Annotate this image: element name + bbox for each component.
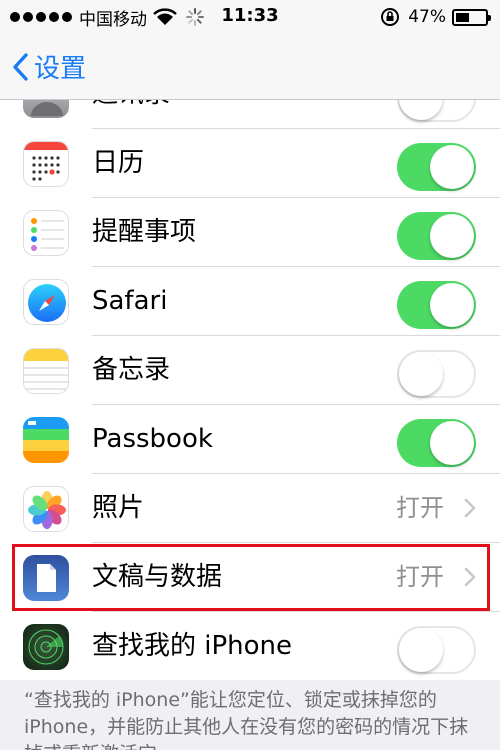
navigation-bar: 设置 <box>0 36 500 100</box>
passbook-toggle[interactable] <box>397 419 476 467</box>
back-button-label: 设置 <box>34 54 87 84</box>
row-label: 提醒事项 <box>92 217 197 247</box>
row-reminders[interactable]: 提醒事项 <box>0 198 500 267</box>
contacts-icon <box>23 100 69 118</box>
row-label: 照片 <box>92 493 145 523</box>
row-label: 日历 <box>92 148 145 178</box>
back-button[interactable]: 设置 <box>12 48 86 85</box>
find-my-iphone-icon <box>23 624 69 670</box>
reminders-toggle[interactable] <box>397 212 476 260</box>
row-label: 备忘录 <box>92 355 171 385</box>
row-label: 查找我的 iPhone <box>92 631 293 661</box>
battery-icon <box>452 8 491 26</box>
row-passbook[interactable]: Passbook <box>0 405 500 474</box>
calendar-icon <box>23 141 69 187</box>
passbook-icon <box>23 417 69 463</box>
status-bar: 中国移动 11:33 47% <box>0 0 500 36</box>
row-find-my-iphone[interactable]: 查找我的 iPhone <box>0 612 500 680</box>
highlight-box <box>12 544 490 611</box>
battery-percent: 47% <box>408 7 446 27</box>
find-my-iphone-toggle[interactable] <box>397 626 476 674</box>
chevron-left-icon <box>13 52 28 81</box>
reminders-icon <box>23 210 69 256</box>
notes-icon <box>23 348 69 394</box>
row-label: Passbook <box>92 424 213 454</box>
footer-note: “查找我的 iPhone”能让您定位、锁定或抹掉您的 iPhone，并能防止其他… <box>24 689 469 750</box>
photos-icon <box>23 486 69 532</box>
row-label: 通讯录 <box>92 100 170 129</box>
row-photos[interactable]: 照片 打开 <box>0 474 500 543</box>
row-contacts[interactable]: 通讯录 <box>0 100 500 129</box>
safari-toggle[interactable] <box>397 281 476 329</box>
row-label: Safari <box>92 286 168 316</box>
status-right: 47% <box>380 5 491 29</box>
calendar-toggle[interactable] <box>397 143 476 191</box>
row-notes[interactable]: 备忘录 <box>0 336 500 405</box>
row-safari[interactable]: Safari <box>0 267 500 336</box>
orientation-lock-icon <box>381 8 400 26</box>
chevron-right-icon <box>464 498 476 518</box>
row-calendar[interactable]: 日历 <box>0 129 500 198</box>
row-detail: 打开 <box>396 494 444 522</box>
contacts-toggle[interactable] <box>397 100 476 122</box>
safari-icon <box>23 279 69 325</box>
notes-toggle[interactable] <box>397 350 476 398</box>
battery-level <box>456 12 470 22</box>
